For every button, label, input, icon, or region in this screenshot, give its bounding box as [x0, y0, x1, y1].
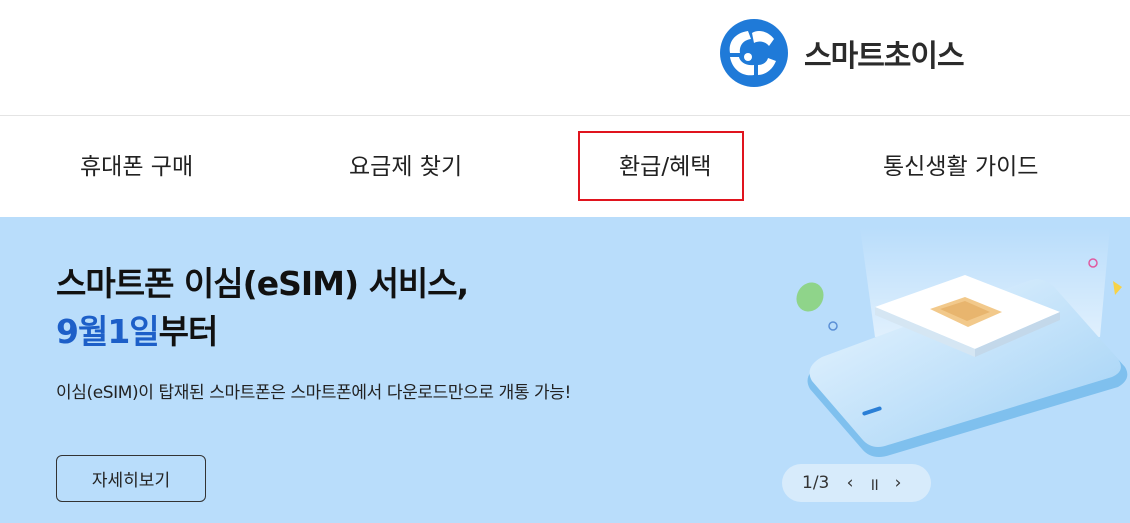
esim-phone-illustration [796, 227, 1128, 457]
banner-title-line1: 스마트폰 이심(eSIM) 서비스, [56, 264, 469, 303]
banner-title-rest: 부터 [158, 312, 219, 351]
smart-choice-logo-icon [720, 19, 788, 87]
site-header: 스마트초이스 [0, 0, 1130, 116]
pager-count: 1/3 [802, 473, 830, 493]
nav-item-refund-benefit[interactable]: 환급/혜택 [619, 149, 711, 185]
pause-icon[interactable]: ॥ [862, 472, 886, 495]
brand-logo[interactable]: 스마트초이스 [718, 15, 965, 91]
brand-name: 스마트초이스 [804, 39, 965, 74]
chevron-right-icon[interactable]: › [886, 473, 910, 493]
nav-item-phone-purchase[interactable]: 휴대폰 구매 [80, 149, 193, 185]
chevron-left-icon[interactable]: ‹ [838, 473, 862, 493]
nav-item-telecom-guide[interactable]: 통신생활 가이드 [883, 149, 1038, 185]
banner-subtitle: 이심(eSIM)이 탑재된 스마트폰은 스마트폰에서 다운로드만으로 개통 가능… [56, 383, 571, 403]
banner-title-line2: 9월1일부터 [56, 308, 468, 356]
nav-item-plan-search[interactable]: 요금제 찾기 [349, 149, 462, 185]
banner-title: 스마트폰 이심(eSIM) 서비스, 9월1일부터 [56, 260, 469, 356]
hero-banner: 스마트폰 이심(eSIM) 서비스, 9월1일부터 이심(eSIM)이 탑재된 … [0, 217, 1130, 523]
detail-button[interactable]: 자세히보기 [56, 455, 206, 502]
banner-pager: 1/3 ‹ ॥ › [782, 464, 931, 502]
banner-title-date: 9월1일 [56, 312, 160, 351]
main-nav: 휴대폰 구매 요금제 찾기 환급/혜택 통신생활 가이드 [0, 117, 1130, 217]
